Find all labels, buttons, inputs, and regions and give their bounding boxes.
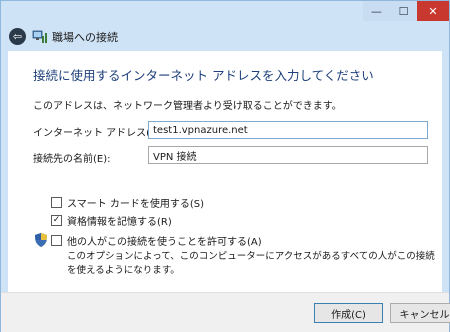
navigation-bar: ⇦ 職場への接続 xyxy=(1,25,449,49)
remember-credentials-label: 資格情報を記憶する(R) xyxy=(67,216,172,228)
create-button[interactable]: 作成(C) xyxy=(314,303,383,323)
back-arrow-icon[interactable]: ⇦ xyxy=(9,28,26,45)
internet-address-input[interactable] xyxy=(148,121,428,139)
title-bar: — ☐ ✕ xyxy=(1,1,449,25)
allow-others-label: 他の人がこの接続を使うことを許可する(A) xyxy=(67,236,262,248)
internet-address-label: インターネット アドレス(I): xyxy=(33,128,161,139)
remember-credentials-option[interactable]: ✓ 資格情報を記憶する(R) xyxy=(51,213,172,228)
allow-others-note: このオプションによって、このコンピューターにアクセスがあるすべての人がこの接続を… xyxy=(67,251,435,276)
close-button[interactable]: ✕ xyxy=(417,1,449,21)
page-subtitle: このアドレスは、ネットワーク管理者より受け取ることができます。 xyxy=(33,101,342,112)
button-bar: 作成(C) キャンセル xyxy=(1,292,450,332)
destination-name-input[interactable] xyxy=(148,146,428,164)
minimize-button[interactable]: — xyxy=(363,1,390,21)
allow-others-checkbox[interactable] xyxy=(51,234,62,246)
smartcard-option[interactable]: スマート カードを使用する(S) xyxy=(51,195,205,210)
maximize-button[interactable]: ☐ xyxy=(390,1,417,21)
uac-shield-icon xyxy=(35,233,47,247)
smartcard-label: スマート カードを使用する(S) xyxy=(67,198,205,210)
dialog-window: — ☐ ✕ ⇦ 職場への接続 接続に使用するインターネット アドレスを入力してく… xyxy=(0,0,450,332)
smartcard-checkbox[interactable] xyxy=(51,196,62,208)
wizard-title: 職場への接続 xyxy=(52,31,118,44)
destination-name-label: 接続先の名前(E): xyxy=(33,154,111,165)
remember-credentials-checkbox[interactable]: ✓ xyxy=(51,214,62,226)
cancel-button[interactable]: キャンセル xyxy=(390,303,450,323)
allow-others-option[interactable]: 他の人がこの接続を使うことを許可する(A) xyxy=(51,233,262,248)
page-heading: 接続に使用するインターネット アドレスを入力してください xyxy=(33,68,374,83)
wizard-content: 接続に使用するインターネット アドレスを入力してください このアドレスは、ネット… xyxy=(8,51,442,292)
network-connection-icon xyxy=(32,30,47,43)
